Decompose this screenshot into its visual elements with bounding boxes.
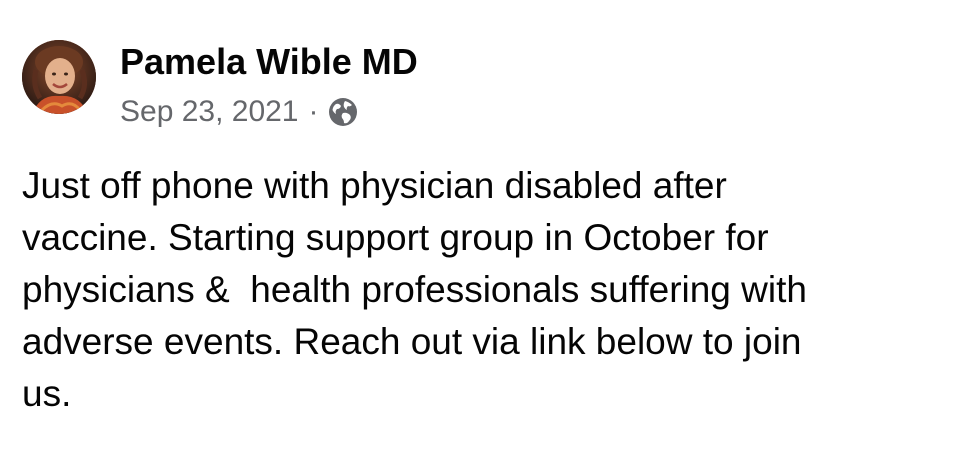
globe-icon[interactable]	[327, 96, 359, 128]
post-timestamp[interactable]: Sep 23, 2021	[120, 92, 299, 132]
meta-separator: ·	[308, 95, 319, 128]
facebook-post: Pamela Wible MD Sep 23, 2021 · Just off …	[0, 0, 970, 475]
post-body-text: Just off phone with physician disabled a…	[22, 165, 807, 414]
post-meta: Sep 23, 2021 ·	[120, 92, 359, 132]
avatar-photo	[22, 40, 96, 114]
author-name[interactable]: Pamela Wible MD	[120, 40, 418, 84]
author-avatar[interactable]	[22, 40, 96, 114]
